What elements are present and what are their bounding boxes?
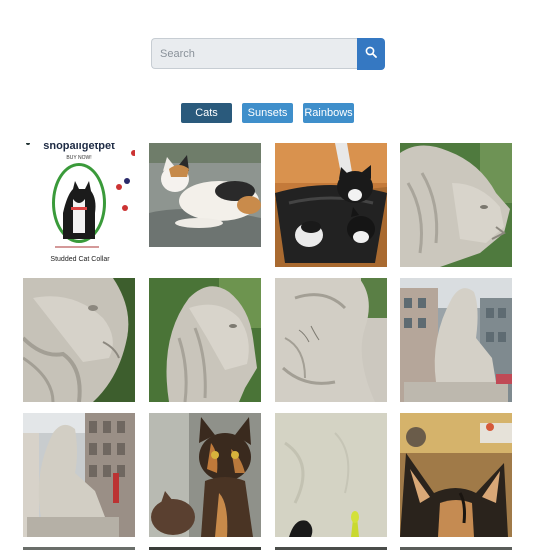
gallery-item-lion-statue-building[interactable] (23, 413, 135, 537)
gallery-item-cat-paw-toy[interactable] (275, 413, 387, 537)
gallery-item-lion-statue-street[interactable] (400, 278, 512, 402)
ad-brand: shopallgetpet (43, 143, 115, 152)
image-gallery: shopallgetpet BUY NOW! Studded Cat Colla… (0, 0, 550, 550)
ad-cta: BUY NOW! (66, 155, 91, 161)
gallery-item-lion-statue-side[interactable] (149, 278, 261, 402)
gallery-item-lion-statue-carved[interactable] (275, 278, 387, 402)
gallery-item-lion-statue-head[interactable] (400, 143, 512, 267)
gallery-item-lion-statue-closeup[interactable] (23, 278, 135, 402)
gallery-item-cat-collar-ad[interactable]: shopallgetpet BUY NOW! Studded Cat Colla… (23, 143, 135, 267)
gallery-item-tortoiseshell-kitten[interactable] (149, 413, 261, 537)
gallery-item-calico-cat-ears[interactable] (400, 413, 512, 537)
gallery-item-calico-cat-lying[interactable] (149, 143, 261, 247)
gallery-item-cats-in-basket[interactable] (275, 143, 387, 267)
ad-caption: Studded Cat Collar (50, 256, 110, 263)
